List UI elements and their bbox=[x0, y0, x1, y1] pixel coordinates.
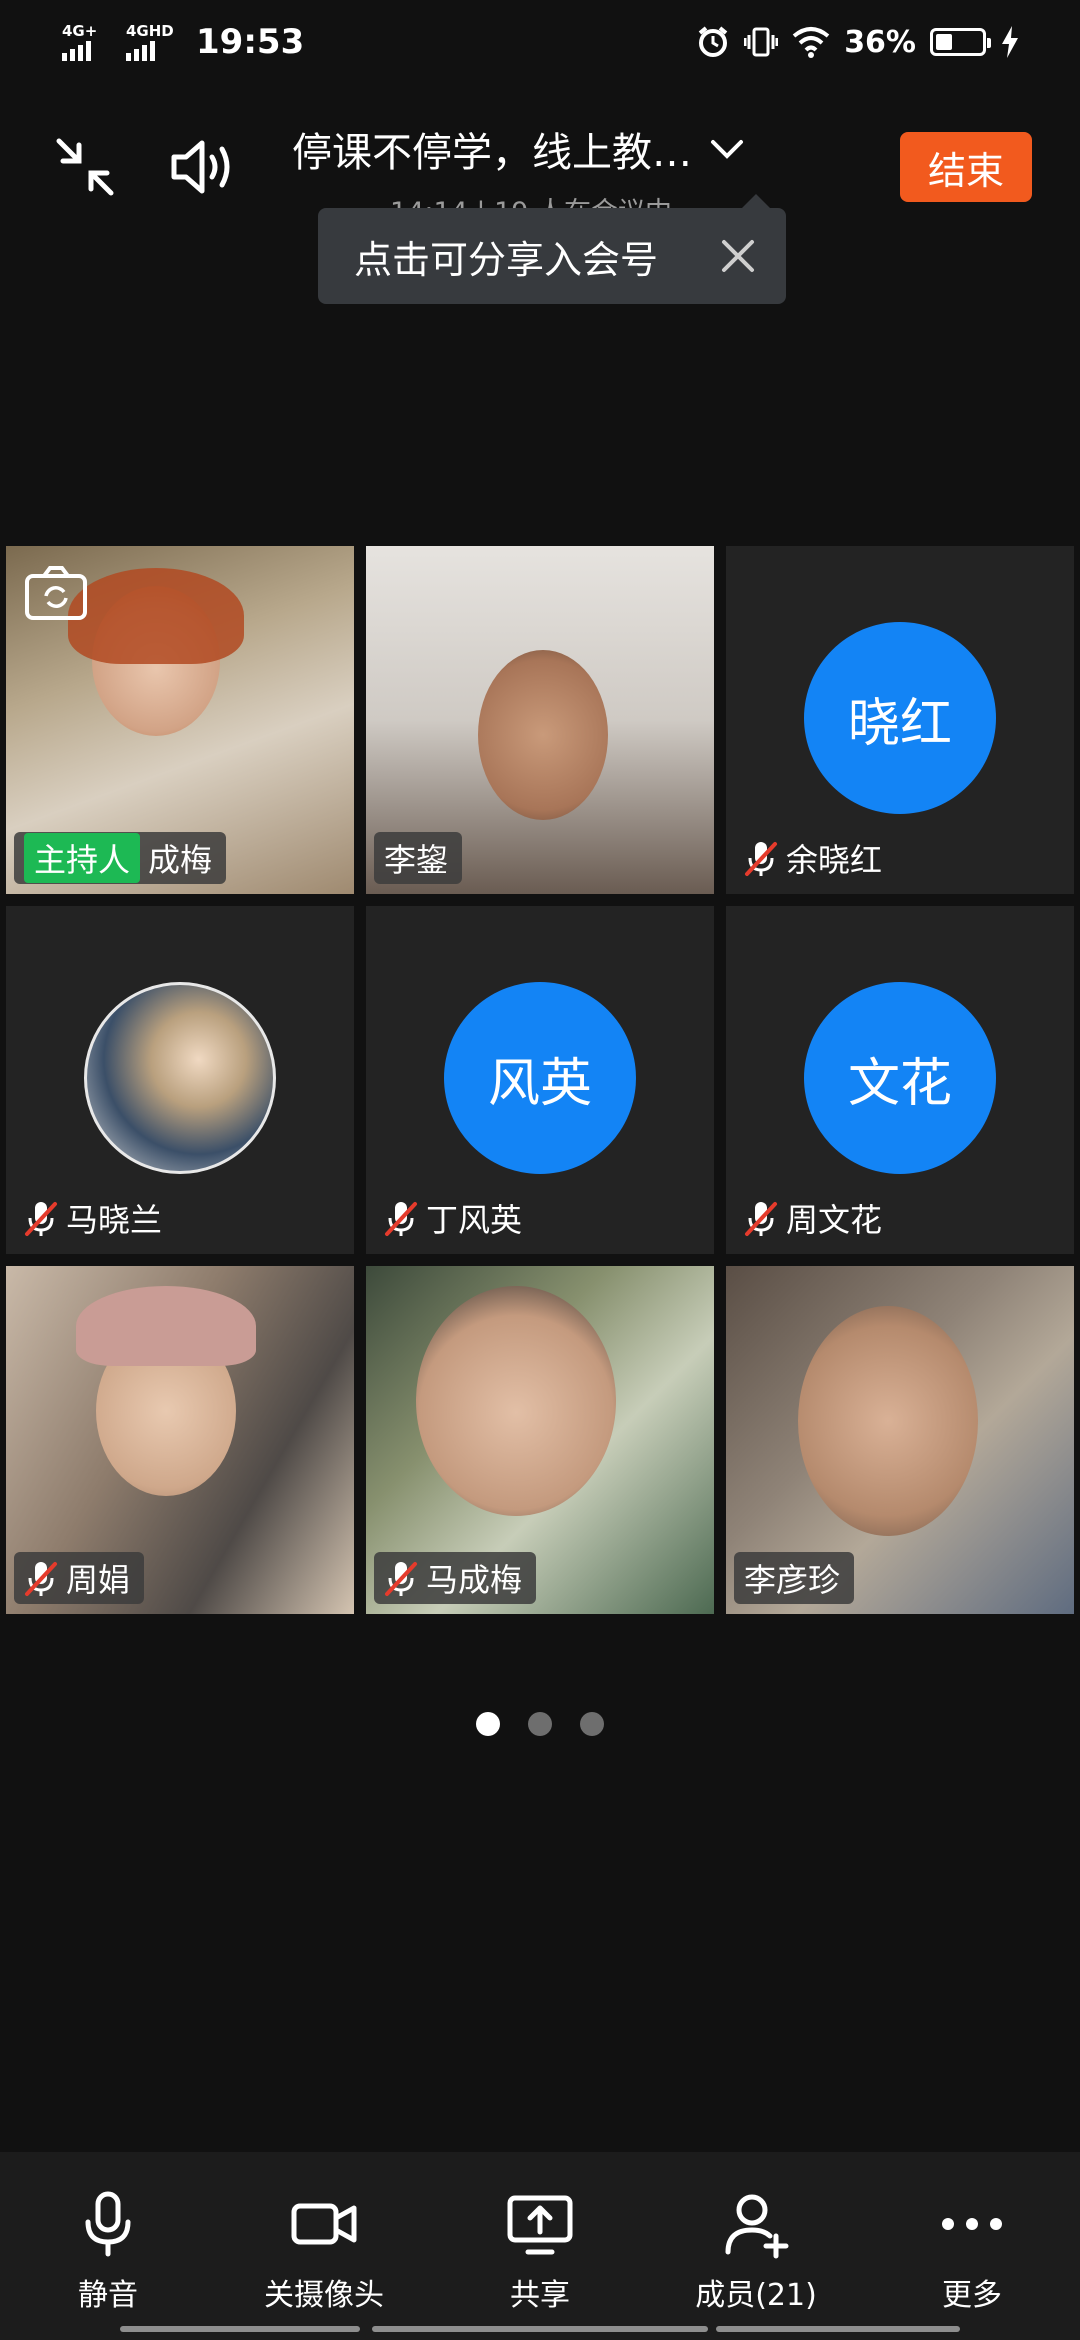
meeting-title-row[interactable]: 停课不停学，线上教… bbox=[292, 120, 792, 178]
screen-share-icon bbox=[507, 2195, 573, 2255]
gesture-segment bbox=[120, 2326, 360, 2332]
name-tag: 马成梅 bbox=[374, 1552, 537, 1604]
participant-tile[interactable]: 晓红 余晓红 bbox=[726, 546, 1074, 894]
host-badge: 主持人 bbox=[24, 833, 141, 883]
charging-icon bbox=[1002, 26, 1018, 58]
meeting-toolbar: 静音 关摄像头 共享 成员(21) 更多 bbox=[0, 2152, 1080, 2340]
mic-muted-icon bbox=[25, 1202, 57, 1236]
participant-name: 周娟 bbox=[66, 1561, 131, 1599]
avatar: 晓红 bbox=[804, 622, 996, 814]
name-tag: 主持人 成梅 bbox=[14, 832, 227, 884]
battery-level bbox=[936, 34, 952, 50]
close-icon[interactable] bbox=[716, 234, 760, 278]
chevron-down-icon bbox=[711, 140, 743, 159]
name-tag: 余晓红 bbox=[734, 832, 896, 884]
signal-4g-plus: 4G+ bbox=[62, 21, 114, 61]
participant-tile[interactable]: 马成梅 bbox=[366, 1266, 714, 1614]
avatar: 文花 bbox=[804, 982, 996, 1174]
status-left: 4G+ 4GHD 19:53 bbox=[62, 22, 304, 62]
status-right: 36% bbox=[696, 25, 1020, 60]
end-meeting-button[interactable]: 结束 bbox=[900, 132, 1032, 202]
mute-label: 静音 bbox=[78, 2278, 138, 2313]
signal-bars-icon bbox=[126, 39, 155, 61]
vibrate-icon bbox=[744, 27, 779, 57]
members-label: 成员(21) bbox=[695, 2278, 817, 2313]
participant-name: 马晓兰 bbox=[66, 1201, 163, 1239]
participant-grid: 主持人 成梅 李鋆 晓红 余晓红 马晓兰 风英 丁风英 文花 周文花 周娟 马成… bbox=[6, 546, 1074, 1614]
battery-percent: 36% bbox=[844, 24, 916, 60]
microphone-icon bbox=[85, 2191, 131, 2257]
participant-name: 马成梅 bbox=[426, 1561, 523, 1599]
more-icon bbox=[942, 2218, 1002, 2230]
avatar-photo bbox=[84, 982, 276, 1174]
participant-name: 李彦珍 bbox=[744, 1561, 841, 1599]
network-label-1: 4G+ bbox=[62, 21, 98, 40]
more-button[interactable]: 更多 bbox=[872, 2188, 1072, 2340]
participant-tile[interactable]: 周娟 bbox=[6, 1266, 354, 1614]
participant-tile[interactable]: 风英 丁风英 bbox=[366, 906, 714, 1254]
members-button[interactable]: 成员(21) bbox=[656, 2188, 856, 2340]
video-camera-icon bbox=[291, 2203, 357, 2245]
participant-name: 成梅 bbox=[148, 841, 213, 879]
share-button[interactable]: 共享 bbox=[440, 2188, 640, 2340]
share-id-tooltip[interactable]: 点击可分享入会号 bbox=[318, 194, 786, 304]
hair-shape bbox=[68, 568, 244, 664]
participant-tile[interactable]: 李彦珍 bbox=[726, 1266, 1074, 1614]
mute-button[interactable]: 静音 bbox=[8, 2188, 208, 2340]
switch-camera-icon[interactable] bbox=[24, 564, 88, 622]
speaker-icon bbox=[171, 140, 230, 194]
participant-video bbox=[798, 1306, 978, 1536]
cap-shape bbox=[76, 1286, 256, 1366]
camera-off-button[interactable]: 关摄像头 bbox=[224, 2188, 424, 2340]
clock: 19:53 bbox=[196, 22, 305, 62]
gesture-segment bbox=[372, 2326, 708, 2332]
tooltip-text: 点击可分享入会号 bbox=[354, 237, 659, 282]
speaker-button[interactable] bbox=[168, 132, 238, 202]
name-tag: 李鋆 bbox=[374, 832, 463, 884]
participant-tile[interactable]: 文花 周文花 bbox=[726, 906, 1074, 1254]
mic-muted-icon bbox=[745, 1202, 777, 1236]
meeting-title: 停课不停学，线上教… bbox=[292, 130, 692, 176]
name-tag: 周文花 bbox=[734, 1192, 896, 1244]
name-tag: 丁风英 bbox=[374, 1192, 536, 1244]
participant-tile[interactable]: 主持人 成梅 bbox=[6, 546, 354, 894]
status-bar: 4G+ 4GHD 19:53 36% bbox=[0, 0, 1080, 84]
name-tag: 李彦珍 bbox=[734, 1552, 855, 1604]
battery-icon bbox=[930, 28, 991, 56]
participant-name: 李鋆 bbox=[384, 841, 449, 879]
avatar: 风英 bbox=[444, 982, 636, 1174]
mic-muted-icon bbox=[385, 1202, 417, 1236]
gesture-segment bbox=[716, 2326, 960, 2332]
participant-name: 周文花 bbox=[786, 1201, 883, 1239]
wifi-icon bbox=[792, 27, 830, 58]
page-dot[interactable] bbox=[528, 1712, 552, 1736]
page-dot[interactable] bbox=[580, 1712, 604, 1736]
alarm-icon bbox=[698, 26, 728, 57]
signal-bars-icon bbox=[62, 39, 91, 61]
participant-name: 余晓红 bbox=[786, 841, 883, 879]
participant-name: 丁风英 bbox=[426, 1201, 523, 1239]
add-member-icon bbox=[725, 2194, 789, 2259]
gesture-bar bbox=[0, 2326, 1080, 2334]
participant-video bbox=[478, 650, 608, 820]
network-label-2: 4GHD bbox=[126, 21, 174, 40]
participant-video bbox=[416, 1286, 616, 1516]
camera-off-label: 关摄像头 bbox=[264, 2278, 384, 2313]
page-dot-active[interactable] bbox=[476, 1712, 500, 1736]
minimize-icon bbox=[56, 138, 114, 196]
participant-tile[interactable]: 李鋆 bbox=[366, 546, 714, 894]
more-label: 更多 bbox=[942, 2278, 1002, 2313]
participant-tile[interactable]: 马晓兰 bbox=[6, 906, 354, 1254]
mic-muted-icon bbox=[25, 1562, 57, 1596]
minimize-button[interactable] bbox=[50, 132, 120, 202]
name-tag: 马晓兰 bbox=[14, 1192, 176, 1244]
mic-muted-icon bbox=[745, 842, 777, 876]
name-tag: 周娟 bbox=[14, 1552, 145, 1604]
page-indicator bbox=[0, 1712, 1080, 1736]
share-label: 共享 bbox=[510, 2278, 570, 2313]
signal-4ghd: 4GHD bbox=[126, 21, 178, 61]
mic-muted-icon bbox=[385, 1562, 417, 1596]
